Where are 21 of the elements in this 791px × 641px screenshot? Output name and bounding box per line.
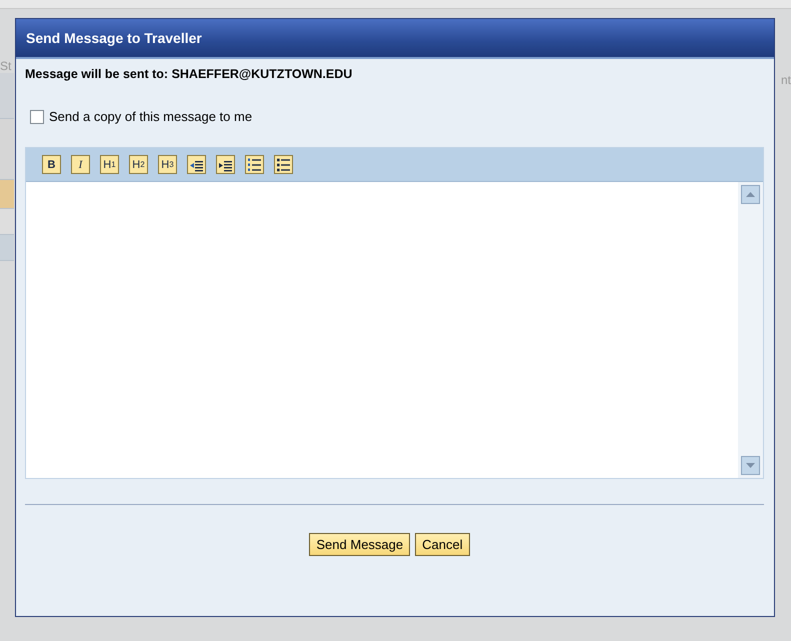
down-arrow-icon — [746, 463, 755, 468]
scroll-down-button[interactable] — [741, 456, 760, 475]
dialog-button[interactable]: Cancel — [415, 533, 470, 556]
dialog-button[interactable]: Send Message — [309, 533, 410, 556]
recipient-text: Message will be sent to: SHAEFFER@KUTZTOWN.EDU — [25, 67, 354, 81]
outdent-button[interactable] — [187, 155, 206, 174]
dialog-title: Send Message to Traveller — [26, 30, 202, 46]
numbered-list-icon — [248, 158, 261, 172]
bullet-list-icon — [277, 158, 290, 172]
numbered-list-button[interactable] — [245, 155, 264, 174]
up-arrow-icon — [746, 192, 755, 197]
indent-button[interactable] — [216, 155, 235, 174]
scroll-up-button[interactable] — [741, 185, 760, 204]
copy-checkbox[interactable] — [30, 110, 44, 124]
italic-button[interactable]: I — [71, 155, 90, 174]
bullet-list-button[interactable] — [274, 155, 293, 174]
background-text: nt — [780, 73, 791, 89]
bold-button[interactable]: B — [42, 155, 61, 174]
background-text: St — [0, 59, 12, 73]
checkbox-label: Send a copy of this message to me — [49, 109, 252, 124]
scrollbar[interactable] — [738, 182, 763, 478]
